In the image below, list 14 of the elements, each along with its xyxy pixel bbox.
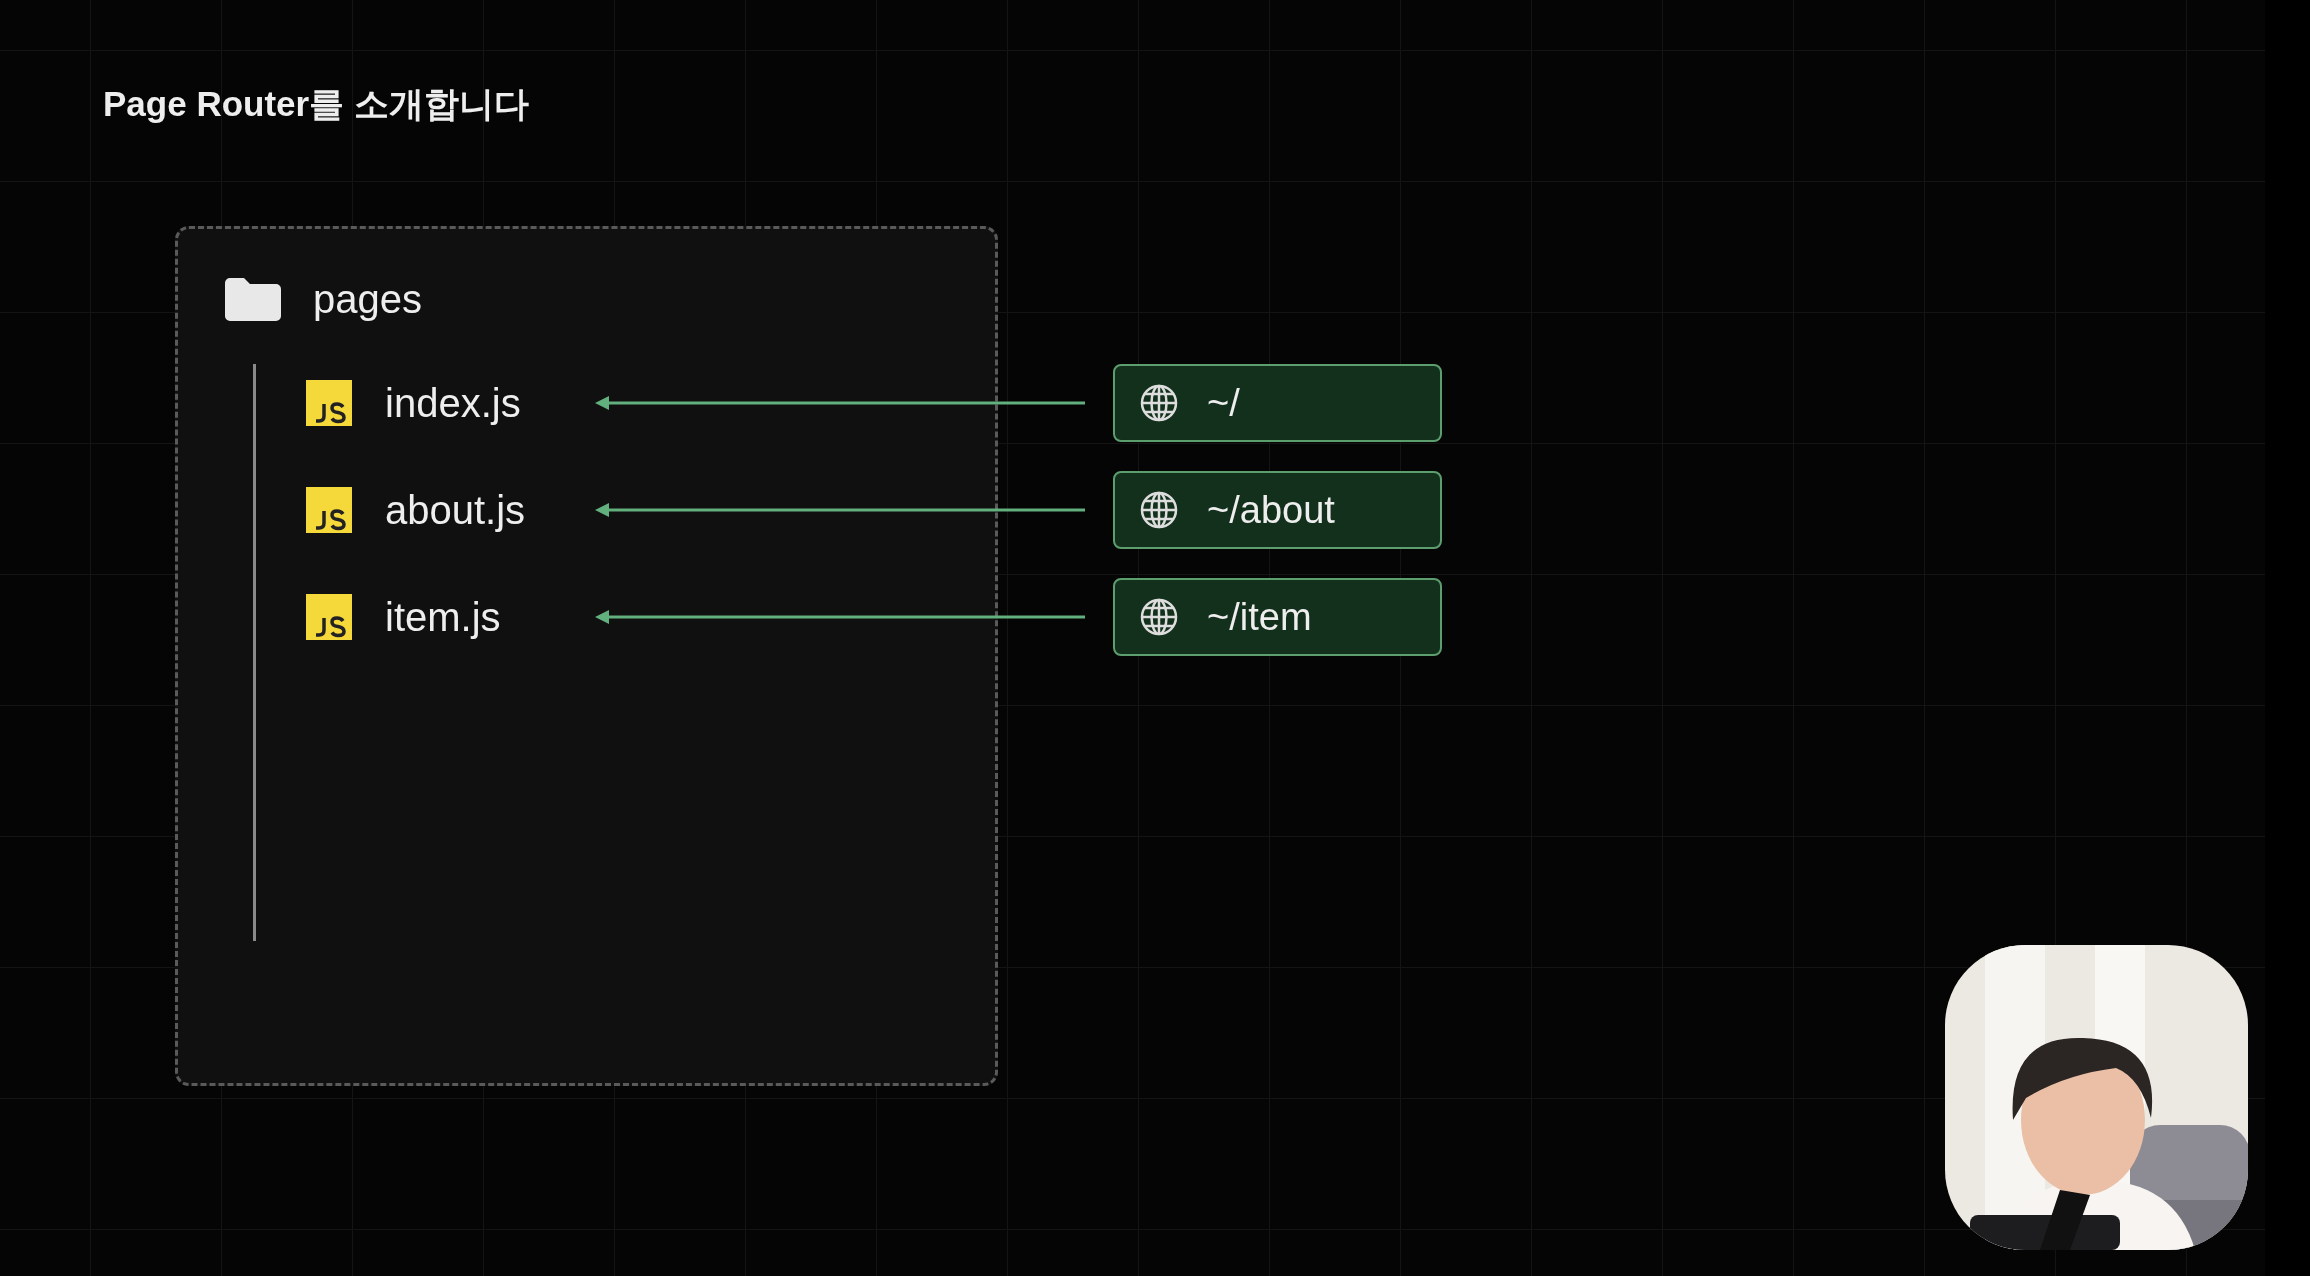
js-file-icon: [306, 487, 352, 533]
route-path: ~/item: [1207, 595, 1312, 640]
js-file-icon: [306, 380, 352, 426]
globe-icon: [1139, 490, 1179, 530]
file-name: about.js: [385, 487, 527, 534]
folder-name: pages: [313, 276, 422, 323]
route-path: ~/: [1207, 381, 1240, 426]
route-path: ~/about: [1207, 488, 1335, 533]
file-name: index.js: [385, 380, 522, 427]
globe-icon: [1139, 597, 1179, 637]
js-file-icon: [306, 594, 352, 640]
file-name: item.js: [385, 594, 502, 641]
slide-title: Page Router를 소개합니다: [102, 83, 529, 125]
globe-icon: [1139, 383, 1179, 423]
